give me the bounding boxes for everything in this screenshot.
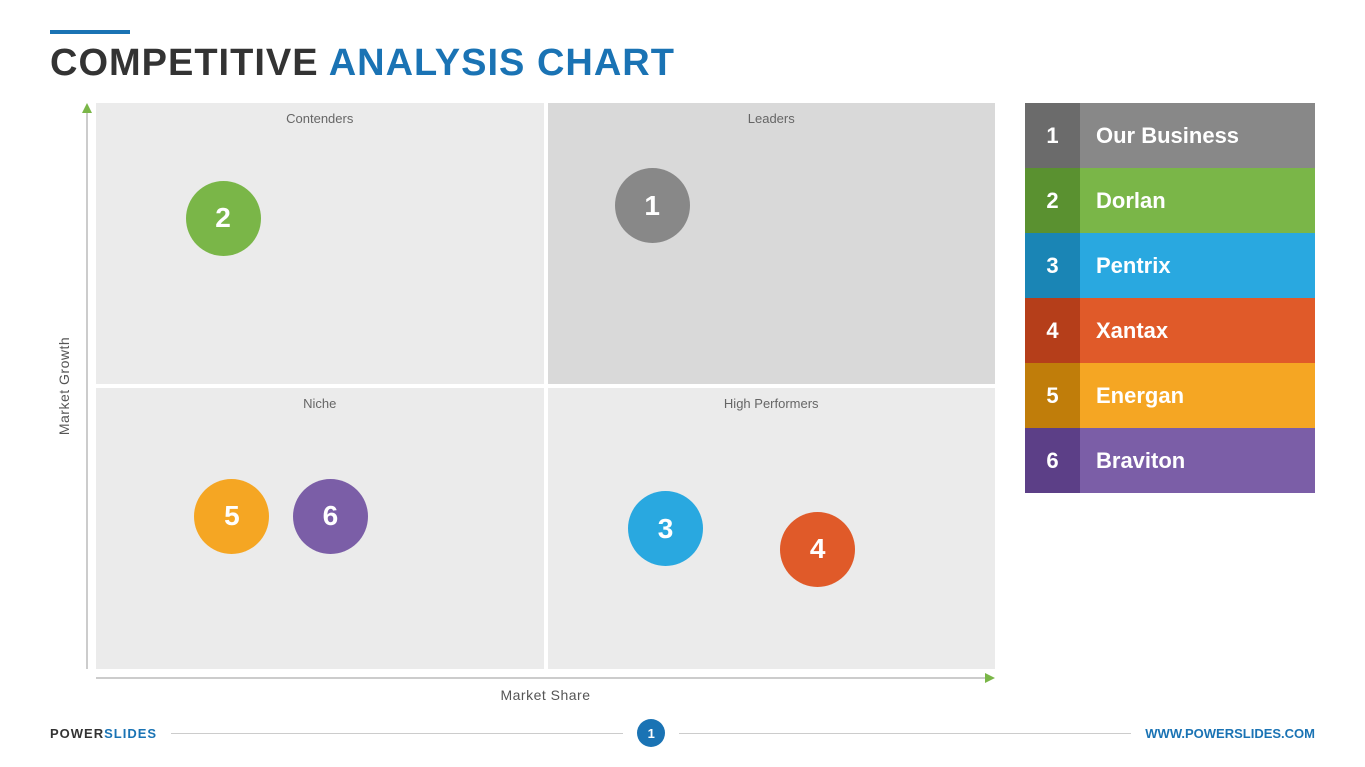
x-axis-container: Market Share (96, 673, 995, 703)
quadrant-content-leaders: 1 (548, 130, 996, 384)
legend-name-4: Xantax (1080, 298, 1315, 363)
chart-area: Market Growth Contenders 2 (50, 103, 995, 703)
legend-item-6: 6 Braviton (1025, 428, 1315, 493)
y-axis-line (78, 103, 96, 669)
footer-url: WWW.POWERSLIDES.COM (1145, 726, 1315, 741)
page: COMPETITIVE ANALYSIS CHART Market Growth (0, 0, 1365, 767)
quadrant-leaders: Leaders 1 (548, 103, 996, 384)
x-axis-label: Market Share (500, 687, 590, 703)
legend-item-4: 4 Xantax (1025, 298, 1315, 363)
legend-number-1: 1 (1025, 103, 1080, 168)
legend: 1 Our Business 2 Dorlan 3 Pentrix 4 Xant… (1025, 103, 1315, 493)
footer-brand-part2: SLIDES (104, 726, 157, 741)
quadrant-high-performers: High Performers 3 4 (548, 388, 996, 669)
legend-item-5: 5 Energan (1025, 363, 1315, 428)
legend-number-6: 6 (1025, 428, 1080, 493)
legend-item-3: 3 Pentrix (1025, 233, 1315, 298)
footer: POWERSLIDES 1 WWW.POWERSLIDES.COM (50, 713, 1315, 747)
footer-brand-part1: POWER (50, 726, 104, 741)
bubble-2: 2 (186, 181, 261, 256)
bubble-1: 1 (615, 168, 690, 243)
footer-page-number: 1 (637, 719, 665, 747)
title-part2: ANALYSIS CHART (329, 42, 675, 84)
header-underline (50, 30, 130, 34)
main-content: Market Growth Contenders 2 (50, 103, 1315, 703)
y-arrow-icon (82, 103, 92, 113)
legend-name-2: Dorlan (1080, 168, 1315, 233)
bubble-5: 5 (194, 479, 269, 554)
x-line-row (96, 673, 995, 683)
legend-name-3: Pentrix (1080, 233, 1315, 298)
footer-brand: POWERSLIDES (50, 726, 157, 741)
quadrant-label-leaders: Leaders (548, 103, 996, 130)
quadrant-label-contenders: Contenders (96, 103, 544, 130)
quadrant-content-niche: 5 6 (96, 415, 544, 669)
x-arrow-icon (985, 673, 995, 683)
x-line (96, 677, 985, 679)
y-axis-label-container: Market Growth (50, 103, 78, 669)
y-axis-label: Market Growth (56, 337, 72, 435)
quadrant-niche: Niche 5 6 (96, 388, 544, 669)
y-line (86, 113, 88, 669)
quadrant-content-contenders: 2 (96, 130, 544, 384)
bubble-6: 6 (293, 479, 368, 554)
legend-name-6: Braviton (1080, 428, 1315, 493)
quadrant-contenders: Contenders 2 (96, 103, 544, 384)
legend-number-4: 4 (1025, 298, 1080, 363)
legend-item-2: 2 Dorlan (1025, 168, 1315, 233)
quadrant-label-niche: Niche (96, 388, 544, 415)
quadrant-content-high-performers: 3 4 (548, 415, 996, 669)
footer-divider-left (171, 733, 623, 734)
chart-grid: Contenders 2 Leaders 1 Niche (96, 103, 995, 669)
bubble-4: 4 (780, 512, 855, 587)
legend-number-5: 5 (1025, 363, 1080, 428)
legend-name-5: Energan (1080, 363, 1315, 428)
header: COMPETITIVE ANALYSIS CHART (50, 30, 1315, 85)
legend-name-1: Our Business (1080, 103, 1315, 168)
legend-item-1: 1 Our Business (1025, 103, 1315, 168)
page-title: COMPETITIVE ANALYSIS CHART (50, 42, 1315, 85)
chart-with-axes: Market Growth Contenders 2 (50, 103, 995, 669)
title-part1: COMPETITIVE (50, 42, 329, 84)
bubble-3: 3 (628, 491, 703, 566)
legend-number-2: 2 (1025, 168, 1080, 233)
quadrant-label-high-performers: High Performers (548, 388, 996, 415)
footer-divider-right (679, 733, 1131, 734)
legend-number-3: 3 (1025, 233, 1080, 298)
